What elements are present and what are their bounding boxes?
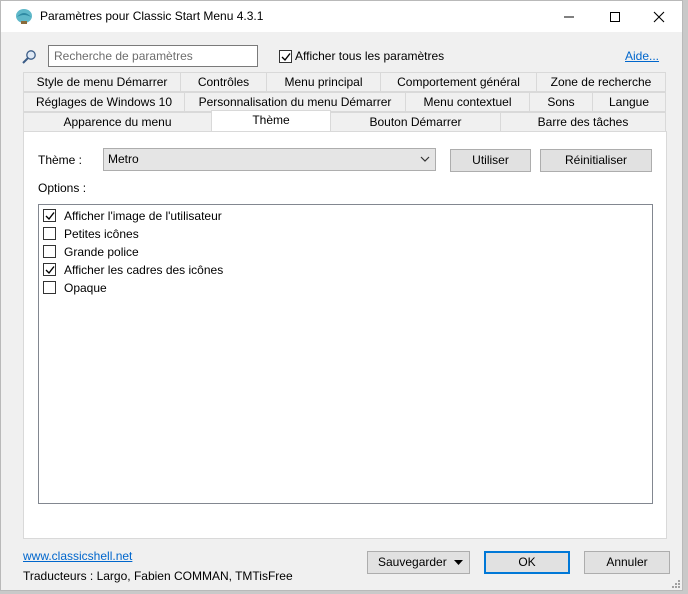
window-title: Paramètres pour Classic Start Menu 4.3.1 bbox=[40, 9, 264, 23]
dropdown-arrow-icon bbox=[454, 560, 463, 565]
tab-search-box[interactable]: Zone de recherche bbox=[536, 72, 666, 92]
theme-dropdown-value: Metro bbox=[108, 152, 139, 166]
option-small-icons[interactable]: Petites icônes bbox=[43, 225, 443, 243]
tab-taskbar[interactable]: Barre des tâches bbox=[500, 112, 666, 132]
tab-skin[interactable]: Thème bbox=[211, 110, 331, 132]
option-show-user-picture[interactable]: Afficher l'image de l'utilisateur bbox=[43, 207, 443, 225]
tab-language[interactable]: Langue bbox=[592, 92, 666, 112]
cancel-button[interactable]: Annuler bbox=[584, 551, 670, 574]
tab-sounds[interactable]: Sons bbox=[529, 92, 593, 112]
settings-window: Paramètres pour Classic Start Menu 4.3.1… bbox=[0, 0, 683, 591]
tab-context-menu[interactable]: Menu contextuel bbox=[405, 92, 530, 112]
minimize-button[interactable] bbox=[546, 1, 592, 32]
option-label: Afficher les cadres des icônes bbox=[64, 263, 224, 277]
tab-start-button[interactable]: Bouton Démarrer bbox=[330, 112, 501, 132]
options-list: Afficher l'image de l'utilisateur Petite… bbox=[38, 204, 653, 504]
option-checkbox[interactable] bbox=[43, 245, 56, 258]
option-checkbox[interactable] bbox=[43, 281, 56, 294]
option-label: Opaque bbox=[64, 281, 107, 295]
resize-grip-icon[interactable] bbox=[670, 578, 680, 588]
option-icon-frames[interactable]: Afficher les cadres des icônes bbox=[43, 261, 443, 279]
option-label: Petites icônes bbox=[64, 227, 139, 241]
show-all-settings-label[interactable]: Afficher tous les paramètres bbox=[295, 49, 444, 63]
tab-menu-look[interactable]: Apparence du menu bbox=[23, 112, 212, 132]
checkmark-icon bbox=[281, 53, 291, 62]
help-link[interactable]: Aide... bbox=[625, 49, 659, 63]
maximize-icon bbox=[610, 12, 620, 22]
checkmark-icon bbox=[45, 212, 55, 221]
use-skin-button[interactable]: Utiliser bbox=[450, 149, 531, 172]
option-checkbox[interactable] bbox=[43, 209, 56, 222]
checkmark-icon bbox=[45, 266, 55, 275]
close-icon bbox=[653, 11, 665, 23]
maximize-button[interactable] bbox=[592, 1, 638, 32]
theme-label: Thème : bbox=[38, 153, 83, 167]
tab-general-behavior[interactable]: Comportement général bbox=[380, 72, 537, 92]
search-input[interactable] bbox=[48, 45, 258, 67]
tab-windows10-settings[interactable]: Réglages de Windows 10 bbox=[23, 92, 185, 112]
option-opaque[interactable]: Opaque bbox=[43, 279, 443, 297]
options-label: Options : bbox=[38, 181, 87, 195]
option-checkbox[interactable] bbox=[43, 263, 56, 276]
classic-shell-shell-icon bbox=[16, 9, 32, 24]
chevron-down-icon bbox=[420, 156, 430, 162]
option-label: Afficher l'image de l'utilisateur bbox=[64, 209, 222, 223]
search-icon bbox=[22, 50, 36, 64]
tab-controls[interactable]: Contrôles bbox=[180, 72, 267, 92]
reset-skin-button[interactable]: Réinitialiser bbox=[540, 149, 652, 172]
minimize-icon bbox=[564, 16, 574, 18]
ok-button[interactable]: OK bbox=[484, 551, 570, 574]
option-label: Grande police bbox=[64, 245, 139, 259]
tab-customize-start-menu[interactable]: Personnalisation du menu Démarrer bbox=[184, 92, 406, 112]
show-all-settings-checkbox[interactable] bbox=[279, 50, 292, 63]
option-checkbox[interactable] bbox=[43, 227, 56, 240]
theme-dropdown[interactable]: Metro bbox=[103, 148, 436, 171]
translators-text: Traducteurs : Largo, Fabien COMMAN, TMTi… bbox=[23, 569, 293, 583]
option-large-font[interactable]: Grande police bbox=[43, 243, 443, 261]
title-bar[interactable]: Paramètres pour Classic Start Menu 4.3.1 bbox=[1, 1, 682, 32]
skin-tab-panel: Thème : Metro Utiliser Réinitialiser Opt… bbox=[23, 131, 667, 539]
close-button[interactable] bbox=[636, 1, 682, 32]
backup-button-label: Sauvegarder bbox=[378, 555, 447, 569]
tab-main-menu[interactable]: Menu principal bbox=[266, 72, 381, 92]
tab-start-menu-style[interactable]: Style de menu Démarrer bbox=[23, 72, 181, 92]
backup-button[interactable]: Sauvegarder bbox=[367, 551, 470, 574]
website-link[interactable]: www.classicshell.net bbox=[23, 549, 132, 563]
